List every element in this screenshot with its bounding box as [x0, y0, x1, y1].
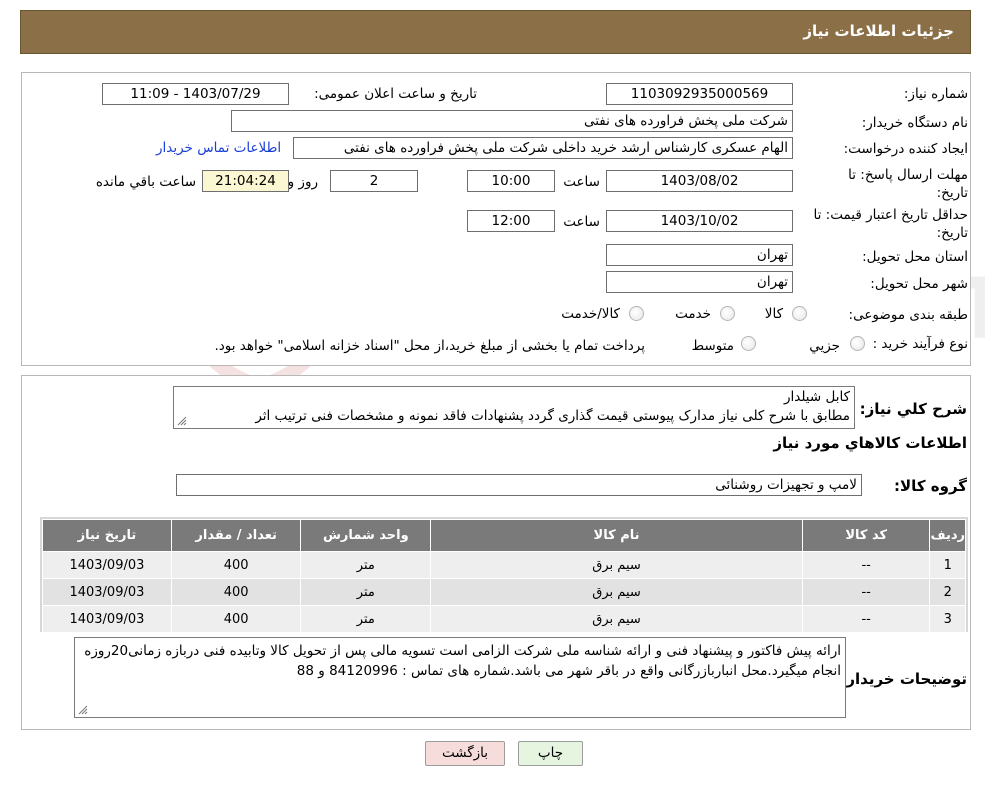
- cell-unit: متر: [300, 578, 432, 606]
- buyer-notes-text: ارائه پیش فاکتور و پیشنهاد فنی و ارائه ش…: [84, 643, 841, 679]
- table-row: 1 -- سیم برق متر 400 1403/09/03: [42, 551, 966, 579]
- col-header-item-code: کد کالا: [801, 519, 931, 552]
- deadline-date-field: 1403/08/02: [606, 170, 793, 192]
- cell-unit: متر: [300, 551, 432, 579]
- col-header-item-name: نام کالا: [430, 519, 803, 552]
- summary-line-2: مطابق با شرح کلی نیاز مدارک پیوستی قیمت …: [255, 408, 850, 424]
- category-goods-service-radio[interactable]: [629, 306, 644, 321]
- cell-row-number: 3: [929, 605, 966, 633]
- city-field: تهران: [606, 271, 793, 293]
- need-number-field: 1103092935000569: [606, 83, 793, 105]
- remaining-time-field: 21:04:24: [202, 170, 289, 192]
- col-header-unit: واحد شمارش: [300, 519, 432, 552]
- process-minor-label: جزیي: [809, 338, 840, 354]
- resize-handle-icon[interactable]: [78, 705, 88, 715]
- cell-quantity: 400: [170, 578, 302, 606]
- cell-item-code: --: [801, 578, 931, 606]
- deadline-label: مهلت ارسال پاسخ: تا تاریخ:: [848, 167, 968, 201]
- validity-time-field: 12:00: [467, 210, 555, 232]
- cell-item-name: سیم برق: [430, 551, 803, 579]
- back-button[interactable]: بازگشت: [425, 741, 505, 766]
- process-label: نوع فرآیند خرید :: [872, 336, 968, 352]
- category-goods-label: کالا: [764, 306, 783, 322]
- items-table: ردیف کد کالا نام کالا واحد شمارش تعداد /…: [42, 519, 966, 633]
- announce-label: تاریخ و ساعت اعلان عمومی:: [314, 86, 477, 102]
- summary-label: شرح کلي نیاز:: [859, 400, 967, 418]
- buyer-org-field: شرکت ملی پخش فراورده های نفتی: [231, 110, 793, 132]
- cell-row-number: 1: [929, 551, 966, 579]
- cell-need-date: 1403/09/03: [42, 578, 172, 606]
- summary-line-1: کابل شیلدار: [783, 389, 850, 405]
- deadline-time-field: 10:00: [467, 170, 555, 192]
- process-medium-radio[interactable]: [741, 336, 756, 351]
- process-minor-radio[interactable]: [850, 336, 865, 351]
- cell-item-code: --: [801, 551, 931, 579]
- table-header-row: ردیف کد کالا نام کالا واحد شمارش تعداد /…: [42, 519, 966, 552]
- cell-unit: متر: [300, 605, 432, 633]
- buyer-org-label: نام دستگاه خریدار:: [861, 115, 968, 131]
- goods-info-title: اطلاعات کالاهاي مورد نیاز: [773, 434, 967, 452]
- days-label: روز و: [287, 174, 318, 190]
- province-field: تهران: [606, 244, 793, 266]
- contact-info-link[interactable]: اطلاعات تماس خریدار: [156, 140, 281, 156]
- buyer-notes-label: توضیحات خریدار:: [840, 670, 967, 688]
- province-label: استان محل تحویل:: [862, 249, 968, 265]
- creator-field: الهام عسکری کارشناس ارشد خرید داخلی شرکت…: [293, 137, 793, 159]
- cell-item-code: --: [801, 605, 931, 633]
- page-title: جزئیات اطلاعات نیاز: [803, 22, 954, 40]
- process-medium-label: متوسط: [691, 338, 734, 354]
- table-row: 2 -- سیم برق متر 400 1403/09/03: [42, 578, 966, 606]
- category-goods-service-label: کالا/خدمت: [561, 306, 620, 322]
- cell-need-date: 1403/09/03: [42, 551, 172, 579]
- resize-handle-icon[interactable]: [177, 416, 187, 426]
- buyer-notes-textarea[interactable]: ارائه پیش فاکتور و پیشنهاد فنی و ارائه ش…: [74, 637, 846, 718]
- process-note: پرداخت تمام یا بخشی از مبلغ خرید،از محل …: [214, 338, 645, 354]
- header-bar: جزئیات اطلاعات نیاز: [20, 10, 971, 54]
- print-button[interactable]: چاپ: [518, 741, 583, 766]
- creator-label: ایجاد کننده درخواست:: [843, 141, 968, 157]
- col-header-need-date: تاریخ نیاز: [42, 519, 172, 552]
- cell-row-number: 2: [929, 578, 966, 606]
- cell-item-name: سیم برق: [430, 578, 803, 606]
- validity-date-field: 1403/10/02: [606, 210, 793, 232]
- remaining-label: ساعت باقي مانده: [95, 174, 196, 190]
- group-label: گروه کالا:: [894, 477, 967, 495]
- group-field: لامپ و تجهیزات روشنائی: [176, 474, 862, 496]
- cell-quantity: 400: [170, 605, 302, 633]
- days-field: 2: [330, 170, 418, 192]
- cell-need-date: 1403/09/03: [42, 605, 172, 633]
- validity-label: حداقل تاریخ اعتبار قیمت: تا تاریخ:: [813, 207, 968, 241]
- category-goods-radio[interactable]: [792, 306, 807, 321]
- category-label: طبقه بندی موضوعی:: [848, 307, 968, 323]
- deadline-time-label: ساعت: [563, 174, 600, 190]
- col-header-quantity: تعداد / مقدار: [170, 519, 302, 552]
- col-header-row-number: ردیف: [929, 519, 966, 552]
- table-row: 3 -- سیم برق متر 400 1403/09/03: [42, 605, 966, 633]
- announce-field: 1403/07/29 - 11:09: [102, 83, 289, 105]
- cell-item-name: سیم برق: [430, 605, 803, 633]
- cell-quantity: 400: [170, 551, 302, 579]
- city-label: شهر محل تحویل:: [870, 276, 968, 292]
- validity-time-label: ساعت: [563, 214, 600, 230]
- category-service-label: خدمت: [675, 306, 711, 322]
- items-table-wrapper: ردیف کد کالا نام کالا واحد شمارش تعداد /…: [40, 517, 968, 633]
- summary-textarea[interactable]: کابل شیلدار مطابق با شرح کلی نیاز مدارک …: [173, 386, 855, 429]
- need-number-label: شماره نیاز:: [903, 86, 968, 102]
- category-service-radio[interactable]: [720, 306, 735, 321]
